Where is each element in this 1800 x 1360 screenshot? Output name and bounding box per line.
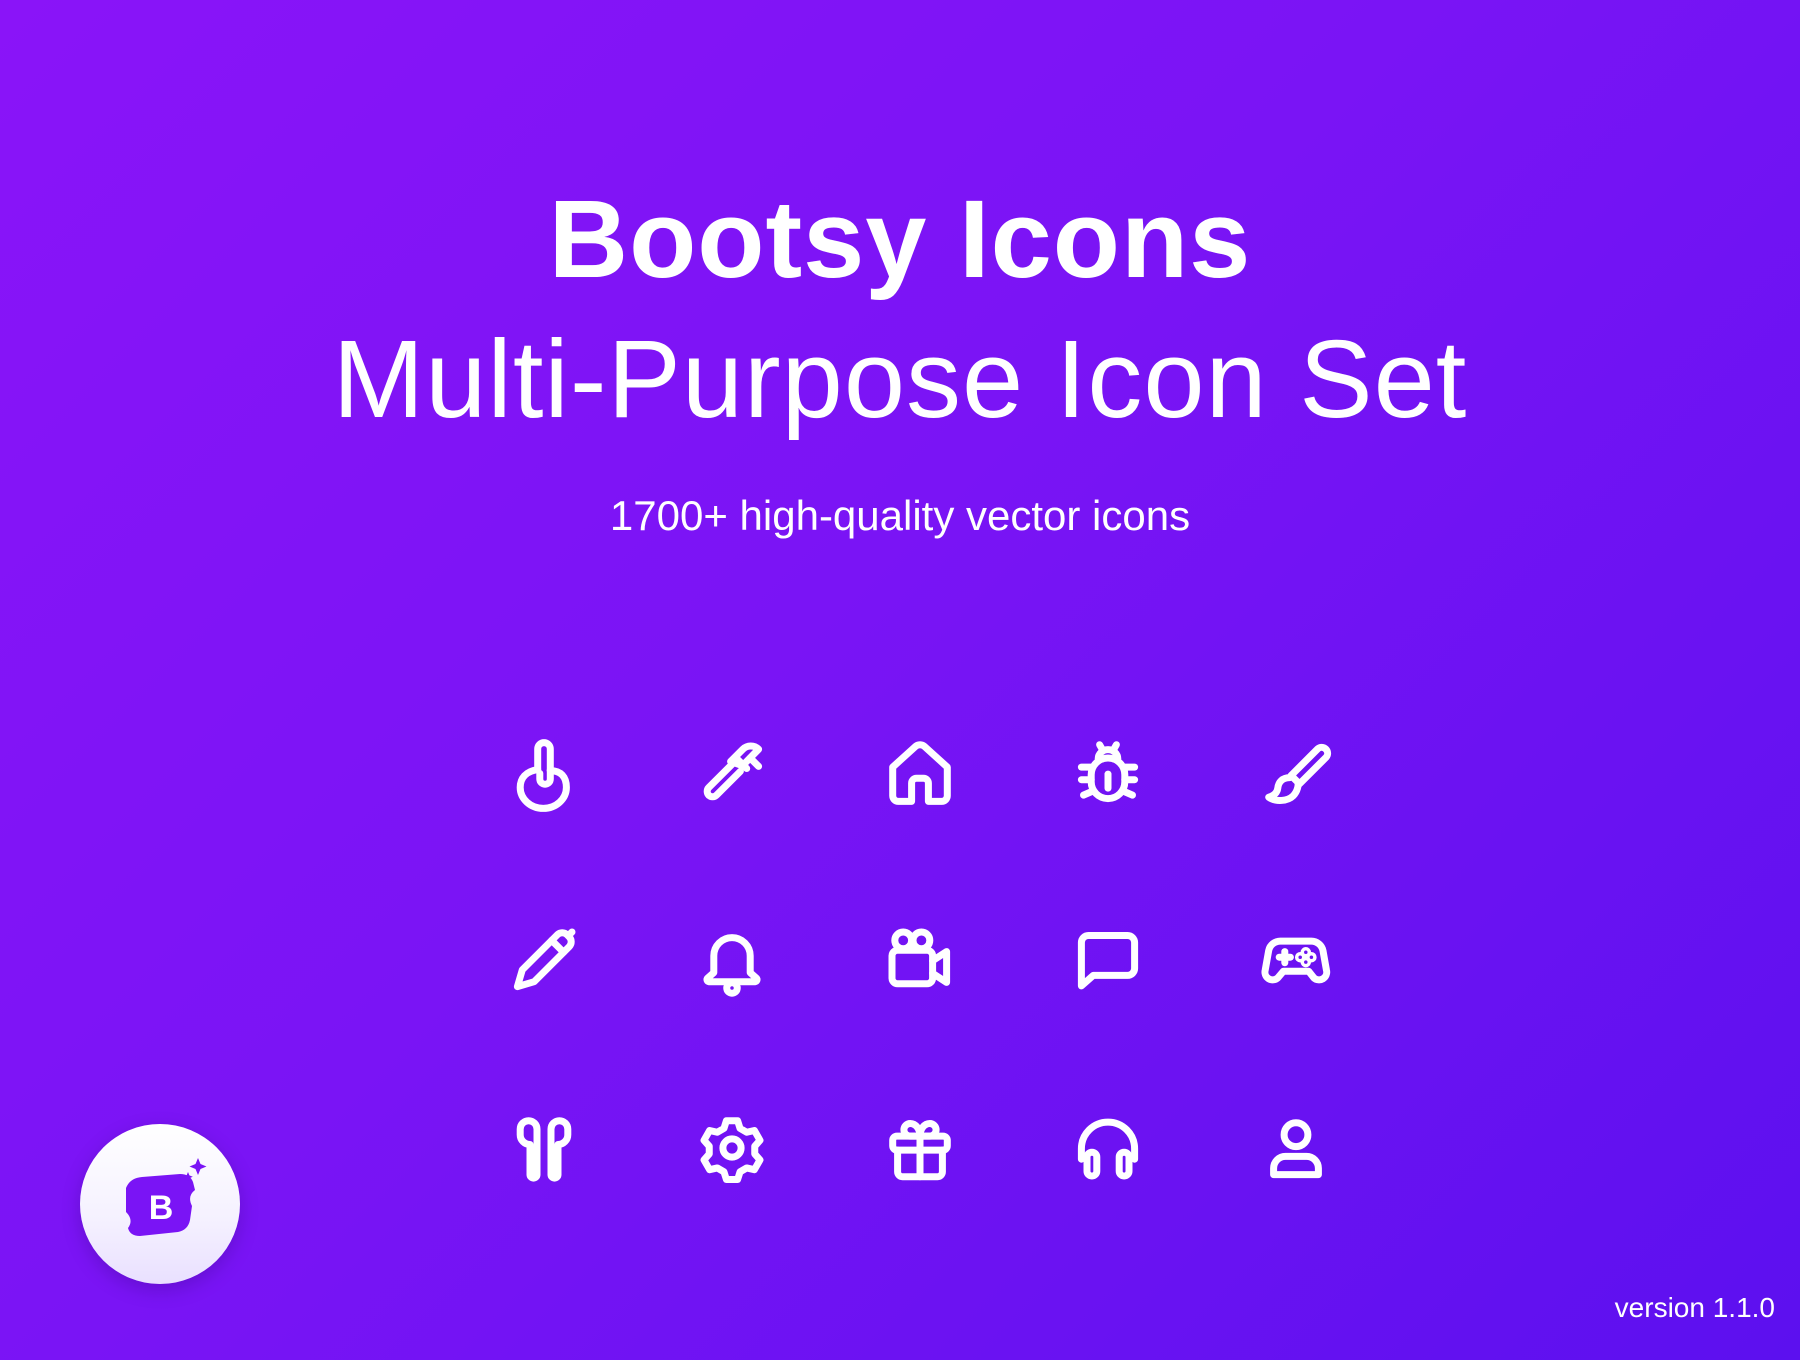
page-subtitle: Multi-Purpose Icon Set xyxy=(332,318,1468,441)
user-icon xyxy=(1202,1054,1390,1242)
chat-bubble-icon xyxy=(1014,866,1202,1054)
bug-icon xyxy=(1014,678,1202,866)
paint-brush-icon xyxy=(1202,678,1390,866)
gamepad-icon xyxy=(1202,866,1390,1054)
gift-icon xyxy=(826,1054,1014,1242)
gear-icon xyxy=(638,1054,826,1242)
bell-icon xyxy=(638,866,826,1054)
bootsy-logo-icon: B xyxy=(126,1158,207,1236)
pencil-icon xyxy=(450,866,638,1054)
home-icon xyxy=(826,678,1014,866)
icon-grid xyxy=(450,678,1390,1242)
bootsy-logo: B xyxy=(80,1124,240,1284)
headphones-icon xyxy=(1014,1054,1202,1242)
hammer-icon xyxy=(638,678,826,866)
headline: Bootsy Icons Multi-Purpose Icon Set 1700… xyxy=(0,170,1800,540)
hand-finger-icon xyxy=(450,678,638,866)
version-label: version 1.1.0 xyxy=(1614,1292,1775,1323)
logo-letter: B xyxy=(149,1189,174,1227)
earbuds-icon xyxy=(450,1054,638,1242)
tagline: 1700+ high-quality vector icons xyxy=(609,492,1191,539)
video-camera-icon xyxy=(826,866,1014,1054)
page-title: Bootsy Icons xyxy=(548,178,1252,301)
